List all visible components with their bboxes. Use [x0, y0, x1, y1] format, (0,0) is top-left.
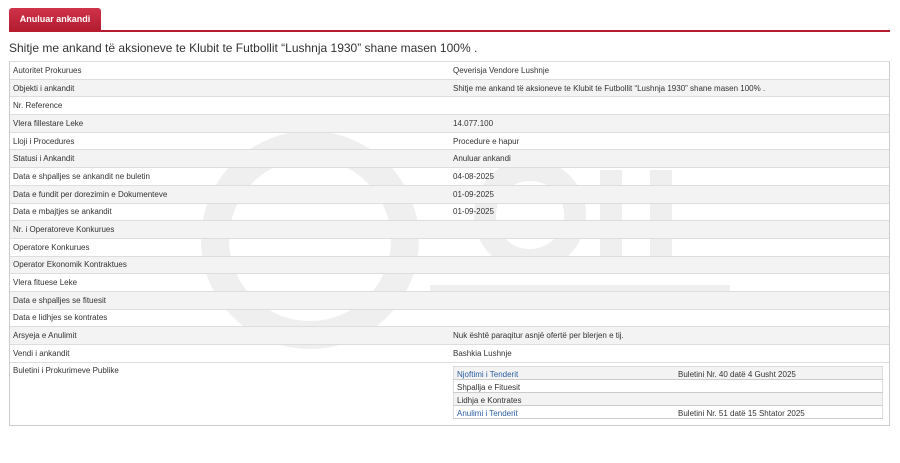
detail-row: Data e shpalljes se fituesit — [9, 290, 890, 310]
detail-label: Data e mbajtjes se ankandit — [9, 202, 450, 221]
detail-value — [450, 220, 890, 239]
detail-row: Data e fundit per dorezimin e Dokumentev… — [9, 184, 890, 203]
bulletin-ref — [675, 391, 883, 406]
detail-label: Data e shpalljes se fituesit — [9, 290, 450, 310]
detail-row: Operatore Konkurues — [9, 237, 890, 257]
detail-row: Vlera fillestare Leke 14.077.100 — [9, 114, 890, 133]
bulletin-name-cell: Njoftimi i Tenderit — [453, 365, 675, 380]
detail-label: Operator Ekonomik Kontraktues — [9, 255, 450, 274]
bulletin-ref: Buletini Nr. 40 datë 4 Gusht 2025 — [675, 365, 883, 380]
detail-value: Anuluar ankandi — [450, 149, 890, 168]
detail-value: Shitje me ankand të aksioneve te Klubit … — [450, 78, 890, 97]
bulletin-label: Buletini i Prokurimeve Publike — [9, 361, 450, 426]
detail-label: Vlera fillestare Leke — [9, 114, 450, 133]
detail-row: Objekti i ankandit Shitje me ankand të ak… — [9, 78, 890, 97]
detail-value — [450, 96, 890, 115]
detail-row: Nr. Reference — [9, 96, 890, 115]
detail-value: 04-08-2025 — [450, 167, 890, 186]
tab-bar: Anuluar ankandi — [9, 0, 890, 32]
detail-value — [450, 308, 890, 327]
detail-row: Statusi i Ankandit Anuluar ankandi — [9, 149, 890, 168]
bulletin-row: Buletini i Prokurimeve Publike Njoftimi i… — [9, 361, 890, 426]
detail-label: Nr. Reference — [9, 96, 450, 115]
detail-row: Autoritet Prokurues Qeverisja Vendore Lus… — [9, 61, 890, 80]
bulletin-name: Shpallja e Fituesit — [453, 378, 675, 393]
detail-label: Data e shpalljes se ankandit ne buletin — [9, 167, 450, 186]
detail-label: Statusi i Ankandit — [9, 149, 450, 168]
bulletin-cell: Njoftimi i Tenderit Buletini Nr. 40 datë … — [450, 361, 890, 426]
detail-value — [450, 273, 890, 292]
detail-label: Vlera fituese Leke — [9, 273, 450, 292]
detail-value: Nuk është paraqitur asnjë ofertë per ble… — [450, 326, 890, 345]
detail-value: 01-09-2025 — [450, 202, 890, 221]
detail-value — [450, 237, 890, 257]
detail-label: Vendi i ankandit — [9, 344, 450, 363]
page-title: Shitje me ankand të aksioneve te Klubit … — [9, 41, 478, 55]
detail-row: Vlera fituese Leke — [9, 273, 890, 292]
detail-label: Lloji i Procedures — [9, 131, 450, 150]
detail-row: Data e lidhjes se kontrates — [9, 308, 890, 327]
bulletin-link[interactable]: Njoftimi i Tenderit — [457, 370, 518, 379]
detail-label: Arsyeja e Anulimit — [9, 326, 450, 345]
detail-row: Arsyeja e Anulimit Nuk është paraqitur as… — [9, 326, 890, 345]
detail-label: Objekti i ankandit — [9, 78, 450, 97]
detail-value: Procedure e hapur — [450, 131, 890, 150]
detail-label: Nr. i Operatoreve Konkurues — [9, 220, 450, 239]
detail-value — [450, 290, 890, 310]
detail-row: Data e mbajtjes se ankandit 01-09-2025 — [9, 202, 890, 221]
detail-row: Nr. i Operatoreve Konkurues — [9, 220, 890, 239]
bulletin-table: Njoftimi i Tenderit Buletini Nr. 40 datë … — [453, 365, 883, 419]
detail-value — [450, 255, 890, 274]
detail-row: Operator Ekonomik Kontraktues — [9, 255, 890, 274]
bulletin-link[interactable]: Anulimi i Tenderit — [457, 409, 518, 418]
bulletin-item: Njoftimi i Tenderit Buletini Nr. 40 datë … — [453, 365, 883, 380]
detail-value: 14.077.100 — [450, 114, 890, 133]
auction-details-table: Autoritet Prokurues Qeverisja Vendore Lus… — [9, 61, 890, 426]
bulletin-name-cell: Anulimi i Tenderit — [453, 404, 675, 419]
detail-row: Data e shpalljes se ankandit ne buletin 0… — [9, 167, 890, 186]
bulletin-ref: Buletini Nr. 51 datë 15 Shtator 2025 — [675, 404, 883, 419]
bulletin-item: Shpallja e Fituesit — [453, 378, 883, 393]
detail-label: Data e lidhjes se kontrates — [9, 308, 450, 327]
detail-label: Data e fundit per dorezimin e Dokumentev… — [9, 184, 450, 203]
tab-anuluar-ankandi[interactable]: Anuluar ankandi — [9, 8, 101, 30]
detail-value: Qeverisja Vendore Lushnje — [450, 61, 890, 80]
bulletin-item: Lidhja e Kontrates — [453, 391, 883, 406]
bulletin-ref — [675, 378, 883, 393]
detail-label: Operatore Konkurues — [9, 237, 450, 257]
detail-value: 01-09-2025 — [450, 184, 890, 203]
detail-value: Bashkia Lushnje — [450, 344, 890, 363]
bulletin-name: Lidhja e Kontrates — [453, 391, 675, 406]
detail-row: Vendi i ankandit Bashkia Lushnje — [9, 344, 890, 363]
detail-label: Autoritet Prokurues — [9, 61, 450, 80]
detail-row: Lloji i Procedures Procedure e hapur — [9, 131, 890, 150]
bulletin-item: Anulimi i Tenderit Buletini Nr. 51 datë 1… — [453, 404, 883, 419]
